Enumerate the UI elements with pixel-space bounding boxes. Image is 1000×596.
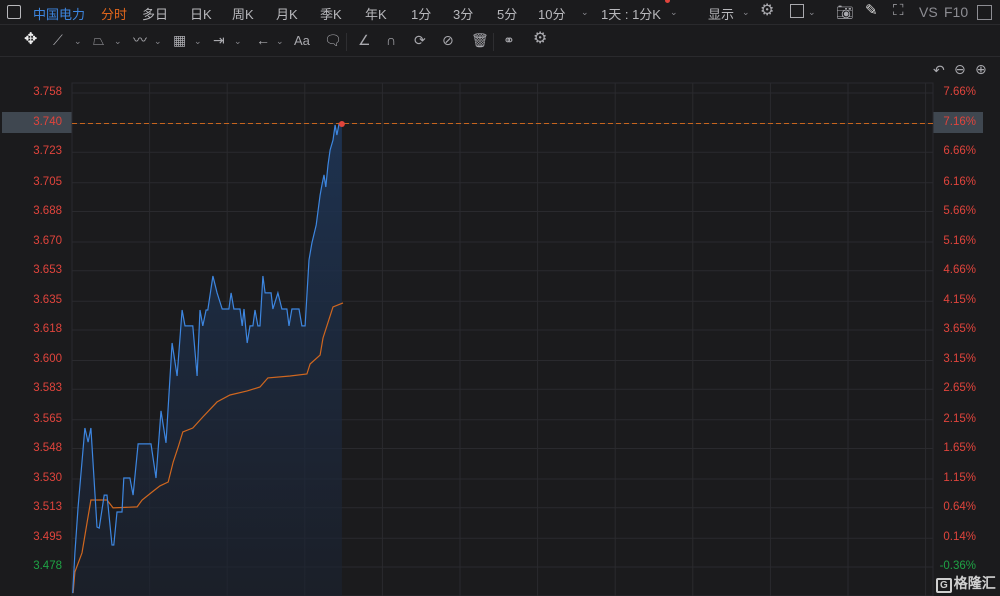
current-price-dot <box>338 120 345 127</box>
price-area-fill <box>72 123 342 596</box>
intraday-chart[interactable] <box>0 0 1000 596</box>
watermark-logo: G 格隆汇 <box>936 573 996 593</box>
